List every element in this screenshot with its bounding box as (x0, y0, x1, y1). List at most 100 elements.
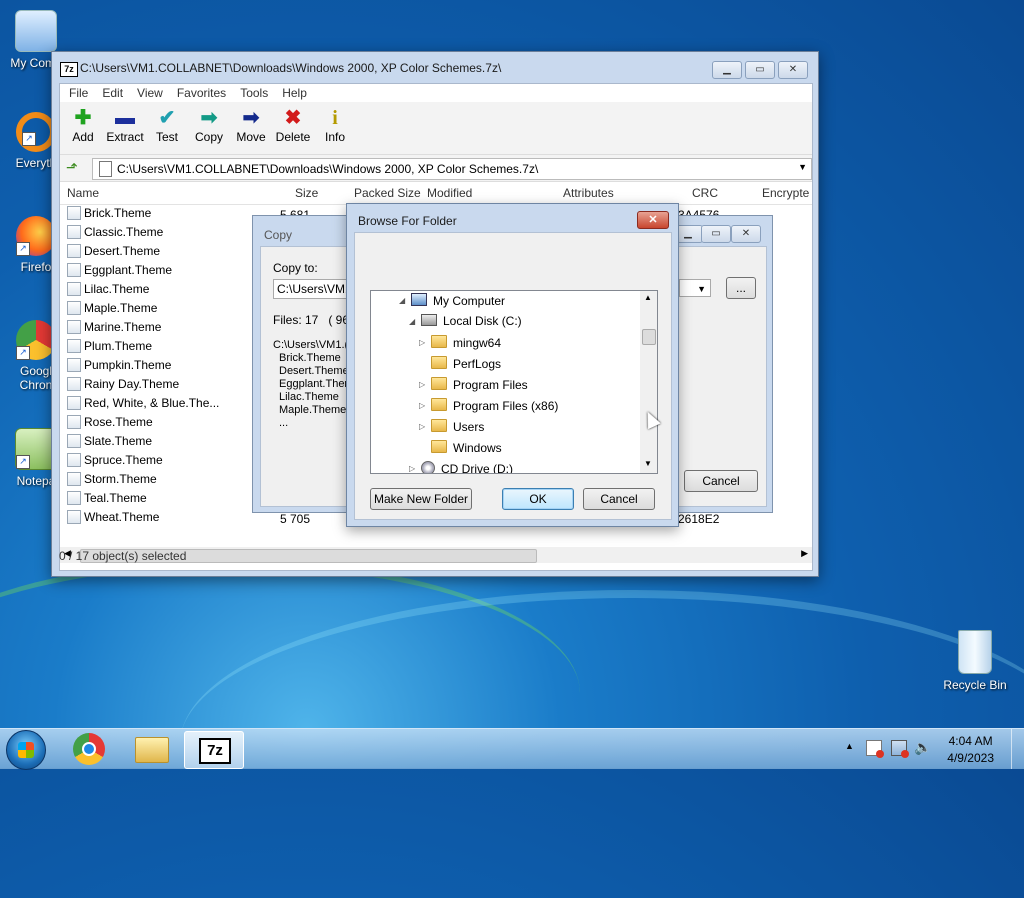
copy-cancel-button[interactable]: Cancel (684, 470, 758, 492)
action-center-icon[interactable] (866, 740, 884, 758)
menu-file[interactable]: File (62, 84, 95, 102)
tree-item[interactable]: PerfLogs (431, 356, 501, 371)
file-name: Teal.Theme (84, 491, 147, 505)
test-button[interactable]: ✔ Test (146, 102, 188, 154)
column-crc[interactable]: CRC (692, 186, 718, 200)
tree-item-label: Local Disk (C:) (443, 314, 522, 328)
tree-item[interactable]: Program Files (x86) (431, 398, 558, 413)
file-name: Desert.Theme (84, 244, 161, 258)
clock-date: 4/9/2023 (947, 751, 994, 765)
browse-cancel-button[interactable]: Cancel (583, 488, 655, 510)
browse-dialog-body: My Computer ◢ Local Disk (C:) ◢ mingw64 ▷ Perf… (354, 232, 672, 520)
maximize-button[interactable]: ▭ (745, 61, 775, 79)
volume-icon[interactable]: 🔈 (914, 739, 931, 756)
minimize-button[interactable]: ▁ (712, 61, 742, 79)
tree-item[interactable]: Users (431, 419, 484, 434)
up-folder-icon[interactable]: ⬏ (66, 159, 84, 175)
expand-arrow-icon[interactable]: ▷ (419, 401, 425, 410)
desktop-icon-label: Recycle Bin (943, 678, 1007, 692)
copy-maximize-button[interactable]: ▭ (701, 225, 731, 243)
copy-button[interactable]: ➡ Copy (188, 102, 230, 154)
network-icon[interactable] (891, 740, 909, 758)
copy-path-dropdown[interactable]: ▼ (679, 279, 711, 297)
menu-tools[interactable]: Tools (233, 84, 275, 102)
folder-icon (431, 440, 447, 453)
tree-vertical-scrollbar[interactable]: ▲ ▼ (640, 291, 657, 473)
info-button[interactable]: i Info (314, 102, 356, 154)
make-new-folder-button[interactable]: Make New Folder (370, 488, 472, 510)
taskbar-7zip[interactable]: 7z (184, 731, 244, 769)
collapse-arrow-icon[interactable]: ◢ (399, 296, 405, 305)
plus-icon: ✚ (74, 107, 92, 129)
collapse-arrow-icon[interactable]: ◢ (409, 317, 415, 326)
add-button[interactable]: ✚ Add (62, 102, 104, 154)
windows-logo-icon (18, 742, 34, 758)
expand-arrow-icon[interactable]: ▷ (419, 380, 425, 389)
expand-arrow-icon[interactable]: ▷ (409, 464, 415, 473)
file-icon (67, 453, 81, 467)
tree-item-label: Program Files (x86) (453, 399, 559, 413)
file-name: Classic.Theme (84, 225, 164, 239)
menu-help[interactable]: Help (275, 84, 314, 102)
clock-time: 4:04 AM (948, 734, 993, 748)
copy-browse-button[interactable]: ... (726, 277, 756, 299)
computer-icon (15, 10, 57, 52)
move-button[interactable]: ➡ Move (230, 102, 272, 154)
file-name: Marine.Theme (84, 320, 162, 334)
copy-list-item: Brick.Theme (279, 352, 341, 364)
copy-close-button[interactable]: ✕ (731, 225, 761, 243)
cd-icon (421, 461, 435, 473)
close-button[interactable]: ✕ (778, 61, 808, 79)
tree-item-label: My Computer (433, 294, 506, 308)
tree-item[interactable]: My Computer (411, 293, 505, 308)
copy-list-path: C:\Users\VM1.( (273, 339, 349, 351)
copy-list-item: Maple.Theme (279, 404, 347, 416)
menu-favorites[interactable]: Favorites (170, 84, 233, 102)
clock[interactable]: 4:04 AM 4/9/2023 (947, 733, 994, 767)
column-modified[interactable]: Modified (427, 186, 472, 200)
browse-close-button[interactable]: ✕ (637, 211, 669, 229)
file-name: Red, White, & Blue.The... (84, 396, 220, 410)
tree-item[interactable]: Windows (431, 440, 502, 455)
double-arrow-icon: ➡ (200, 107, 218, 129)
scroll-down-icon[interactable]: ▼ (644, 459, 652, 468)
file-name: Maple.Theme (84, 301, 158, 315)
recycle-bin-icon (958, 630, 992, 674)
desktop-icon-recycle-bin[interactable]: Recycle Bin (940, 630, 1010, 692)
column-size[interactable]: Size (295, 186, 318, 200)
menu-edit[interactable]: Edit (95, 84, 130, 102)
column-attributes[interactable]: Attributes (563, 186, 614, 200)
tree-item[interactable]: mingw64 (431, 335, 501, 350)
file-icon (67, 225, 81, 239)
ok-button[interactable]: OK (502, 488, 574, 510)
show-desktop-button[interactable] (1011, 729, 1024, 769)
expand-arrow-icon[interactable]: ▷ (419, 422, 425, 431)
address-field[interactable]: C:\Users\VM1.COLLABNET\Downloads\Windows… (92, 158, 812, 180)
tree-item[interactable]: Local Disk (C:) (421, 314, 522, 328)
tree-item[interactable]: CD Drive (D:) (421, 461, 513, 473)
column-encrypted[interactable]: Encrypte (762, 186, 809, 200)
taskbar-explorer[interactable] (123, 731, 179, 767)
menu-view[interactable]: View (130, 84, 170, 102)
delete-button[interactable]: ✖ Delete (272, 102, 314, 154)
copy-to-label: Copy to: (273, 261, 318, 275)
title-bar[interactable]: 7z C:\Users\VM1.COLLABNET\Downloads\Wind… (52, 52, 818, 84)
file-name: Storm.Theme (84, 472, 157, 486)
taskbar-chrome[interactable] (61, 731, 117, 767)
file-name: Eggplant.Theme (84, 263, 173, 277)
chevron-down-icon[interactable]: ▼ (798, 162, 807, 172)
tree-scroll-thumb[interactable] (642, 329, 656, 345)
start-button[interactable] (6, 730, 46, 770)
file-name: Rainy Day.Theme (84, 377, 180, 391)
column-packed-size[interactable]: Packed Size (354, 186, 421, 200)
move-label: Move (236, 130, 266, 144)
tree-item[interactable]: Program Files (431, 377, 528, 392)
extract-button[interactable]: ▬ Extract (104, 102, 146, 154)
column-name[interactable]: Name (67, 186, 99, 200)
scroll-right-icon[interactable]: ▶ (801, 548, 808, 559)
tray-chevron-icon[interactable]: ▲ (845, 741, 854, 751)
scroll-up-icon[interactable]: ▲ (644, 293, 652, 302)
minus-icon: ▬ (115, 107, 135, 129)
expand-arrow-icon[interactable]: ▷ (419, 338, 425, 347)
copy-to-field[interactable]: C:\Users\VM1.( (273, 279, 355, 299)
